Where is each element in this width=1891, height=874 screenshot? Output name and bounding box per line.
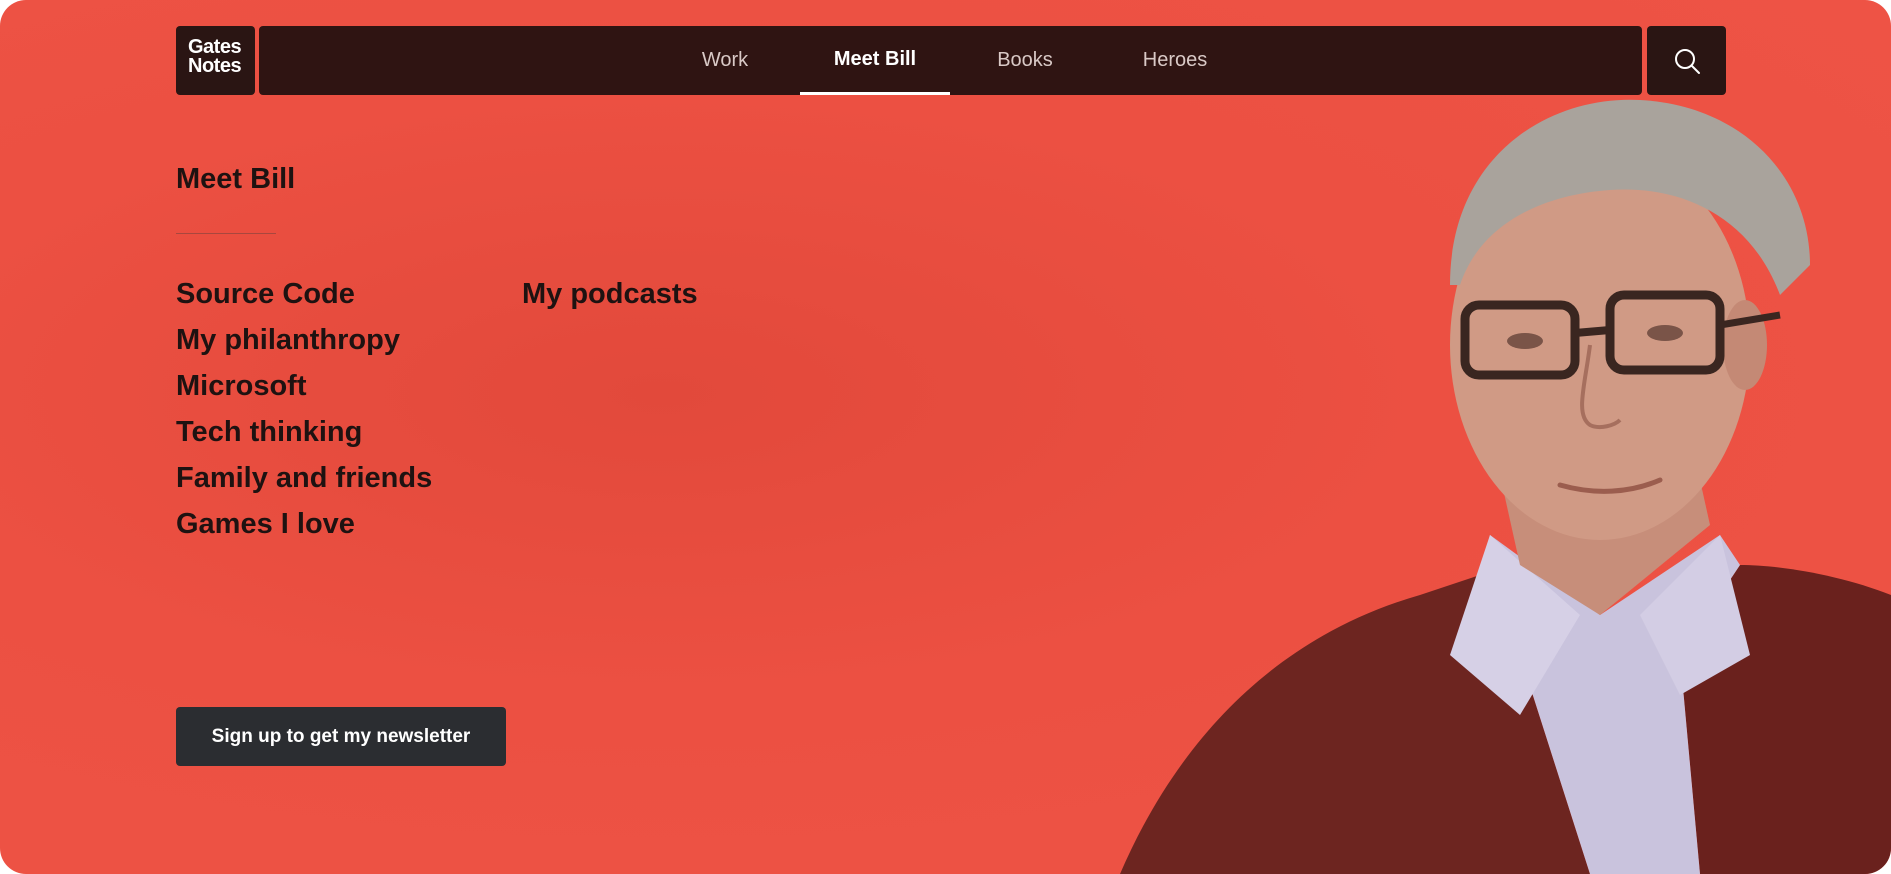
bill-gates-portrait [1120,99,1891,874]
link-family-and-friends[interactable]: Family and friends [176,460,432,506]
link-my-podcasts[interactable]: My podcasts [522,276,698,322]
search-icon [1674,48,1700,74]
logo-line-2: Notes [188,55,242,77]
link-source-code[interactable]: Source Code [176,276,432,322]
link-my-philanthropy[interactable]: My philanthropy [176,322,432,368]
nav-item-work[interactable]: Work [650,26,800,95]
link-microsoft[interactable]: Microsoft [176,368,432,414]
links-column-1: Source Code My philanthropy Microsoft Te… [176,276,432,552]
title-divider [176,233,276,234]
newsletter-signup-button[interactable]: Sign up to get my newsletter [176,707,506,766]
section-title: Meet Bill [176,163,296,195]
main-navbar: Work Meet Bill Books Heroes [259,26,1642,95]
nav-item-heroes[interactable]: Heroes [1100,26,1250,95]
link-games-i-love[interactable]: Games I love [176,506,432,552]
nav-item-meet-bill[interactable]: Meet Bill [800,26,950,95]
link-tech-thinking[interactable]: Tech thinking [176,414,432,460]
links-column-2: My podcasts [522,276,698,322]
gates-notes-logo[interactable]: Gates Notes [176,26,255,95]
page-frame: Gates Notes Work Meet Bill Books Heroes … [0,0,1891,874]
nav-item-books[interactable]: Books [950,26,1100,95]
search-button[interactable] [1647,26,1726,95]
